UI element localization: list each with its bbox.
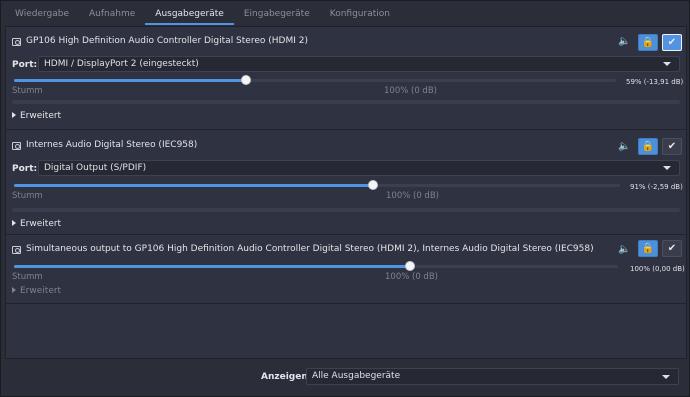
- set-default-button[interactable]: ✔: [662, 240, 682, 257]
- tab-input-devices[interactable]: Eingabegeräte: [234, 5, 320, 25]
- peak-level-meter: [12, 100, 680, 104]
- volume-value: 59% (-13,91 dB): [626, 78, 684, 86]
- tab-output-devices[interactable]: Ausgabegeräte: [145, 5, 234, 25]
- volume-slider-handle[interactable]: [405, 261, 415, 271]
- chevron-down-icon: [663, 166, 671, 170]
- device-icon: [12, 142, 21, 150]
- speaker-icon[interactable]: 🔈: [618, 36, 630, 48]
- volume-slider-fill: [14, 265, 410, 268]
- volume-slider[interactable]: [14, 265, 618, 268]
- tab-bar: Wiedergabe Aufnahme Ausgabegeräte Eingab…: [5, 5, 685, 25]
- port-select[interactable]: HDMI / DisplayPort 2 (eingesteckt): [38, 56, 680, 72]
- tab-configuration[interactable]: Konfiguration: [320, 5, 400, 25]
- device-title: Simultaneous output to GP106 High Defini…: [26, 244, 594, 254]
- device-icon: [12, 246, 21, 254]
- volume-slider-fill: [14, 79, 246, 82]
- check-icon: ✔: [667, 37, 677, 48]
- expander-arrow-icon: [12, 220, 16, 226]
- output-device-2: Internes Audio Digital Stereo (IEC958) 🔈…: [6, 131, 686, 235]
- mute-mark-label: Stumm: [12, 86, 43, 96]
- output-device-1: GP106 High Definition Audio Controller D…: [6, 27, 686, 130]
- advanced-label: Erweitert: [20, 286, 62, 296]
- device-title: Internes Audio Digital Stereo (IEC958): [26, 140, 198, 150]
- advanced-expander[interactable]: Erweitert: [12, 286, 61, 296]
- volume-value: 91% (-2,59 dB): [630, 183, 683, 191]
- advanced-expander[interactable]: Erweitert: [12, 219, 61, 229]
- port-select-value: HDMI / DisplayPort 2 (eingesteckt): [44, 59, 199, 69]
- lock-channels-button[interactable]: 🔒: [638, 34, 658, 51]
- advanced-label: Erweitert: [20, 111, 62, 121]
- volume-slider-handle[interactable]: [241, 75, 251, 85]
- show-filter-select[interactable]: Alle Ausgabegeräte: [306, 368, 679, 385]
- mute-mark-label: Stumm: [12, 191, 43, 201]
- device-title: GP106 High Definition Audio Controller D…: [26, 36, 308, 46]
- lock-channels-button[interactable]: 🔒: [638, 240, 658, 257]
- port-label: Port:: [12, 164, 38, 174]
- lock-icon: 🔒: [641, 141, 655, 152]
- hundred-percent-mark-label: 100% (0 dB): [386, 191, 439, 201]
- lock-icon: 🔒: [641, 243, 655, 254]
- output-device-3: Simultaneous output to GP106 High Defini…: [6, 236, 686, 304]
- tab-playback[interactable]: Wiedergabe: [5, 5, 79, 25]
- peak-level-meter: [12, 208, 680, 212]
- chevron-down-icon: [662, 375, 670, 379]
- volume-slider[interactable]: [14, 79, 616, 82]
- expander-arrow-icon: [12, 112, 16, 118]
- advanced-expander[interactable]: Erweitert: [12, 111, 61, 121]
- set-default-button[interactable]: ✔: [662, 34, 682, 51]
- speaker-icon[interactable]: 🔈: [618, 244, 630, 256]
- port-label: Port:: [12, 60, 38, 70]
- advanced-label: Erweitert: [20, 219, 62, 229]
- show-filter-value: Alle Ausgabegeräte: [312, 371, 401, 381]
- pavucontrol-window: Wiedergabe Aufnahme Ausgabegeräte Eingab…: [0, 0, 690, 397]
- volume-slider-fill: [14, 184, 373, 187]
- mute-mark-label: Stumm: [12, 272, 43, 282]
- device-list[interactable]: GP106 High Definition Audio Controller D…: [5, 26, 687, 359]
- speaker-icon[interactable]: 🔈: [618, 141, 630, 153]
- tab-recording[interactable]: Aufnahme: [79, 5, 145, 25]
- set-default-button[interactable]: ✔: [662, 138, 682, 155]
- check-icon: ✔: [667, 141, 677, 152]
- expander-arrow-icon: [12, 287, 16, 293]
- port-select-value: Digital Output (S/PDIF): [44, 163, 147, 173]
- show-filter-label: Anzeigen:: [261, 372, 312, 382]
- check-icon: ✔: [667, 243, 677, 254]
- volume-value: 100% (0,00 dB): [630, 265, 685, 273]
- port-select[interactable]: Digital Output (S/PDIF): [38, 160, 680, 176]
- hundred-percent-mark-label: 100% (0 dB): [384, 86, 437, 96]
- device-icon: [12, 38, 21, 46]
- volume-slider[interactable]: [14, 184, 620, 187]
- volume-slider-handle[interactable]: [368, 180, 378, 190]
- lock-channels-button[interactable]: 🔒: [638, 138, 658, 155]
- chevron-down-icon: [663, 62, 671, 66]
- footer-bar: Anzeigen: Alle Ausgabegeräte: [5, 361, 687, 393]
- lock-icon: 🔒: [641, 37, 655, 48]
- hundred-percent-mark-label: 100% (0 dB): [385, 272, 438, 282]
